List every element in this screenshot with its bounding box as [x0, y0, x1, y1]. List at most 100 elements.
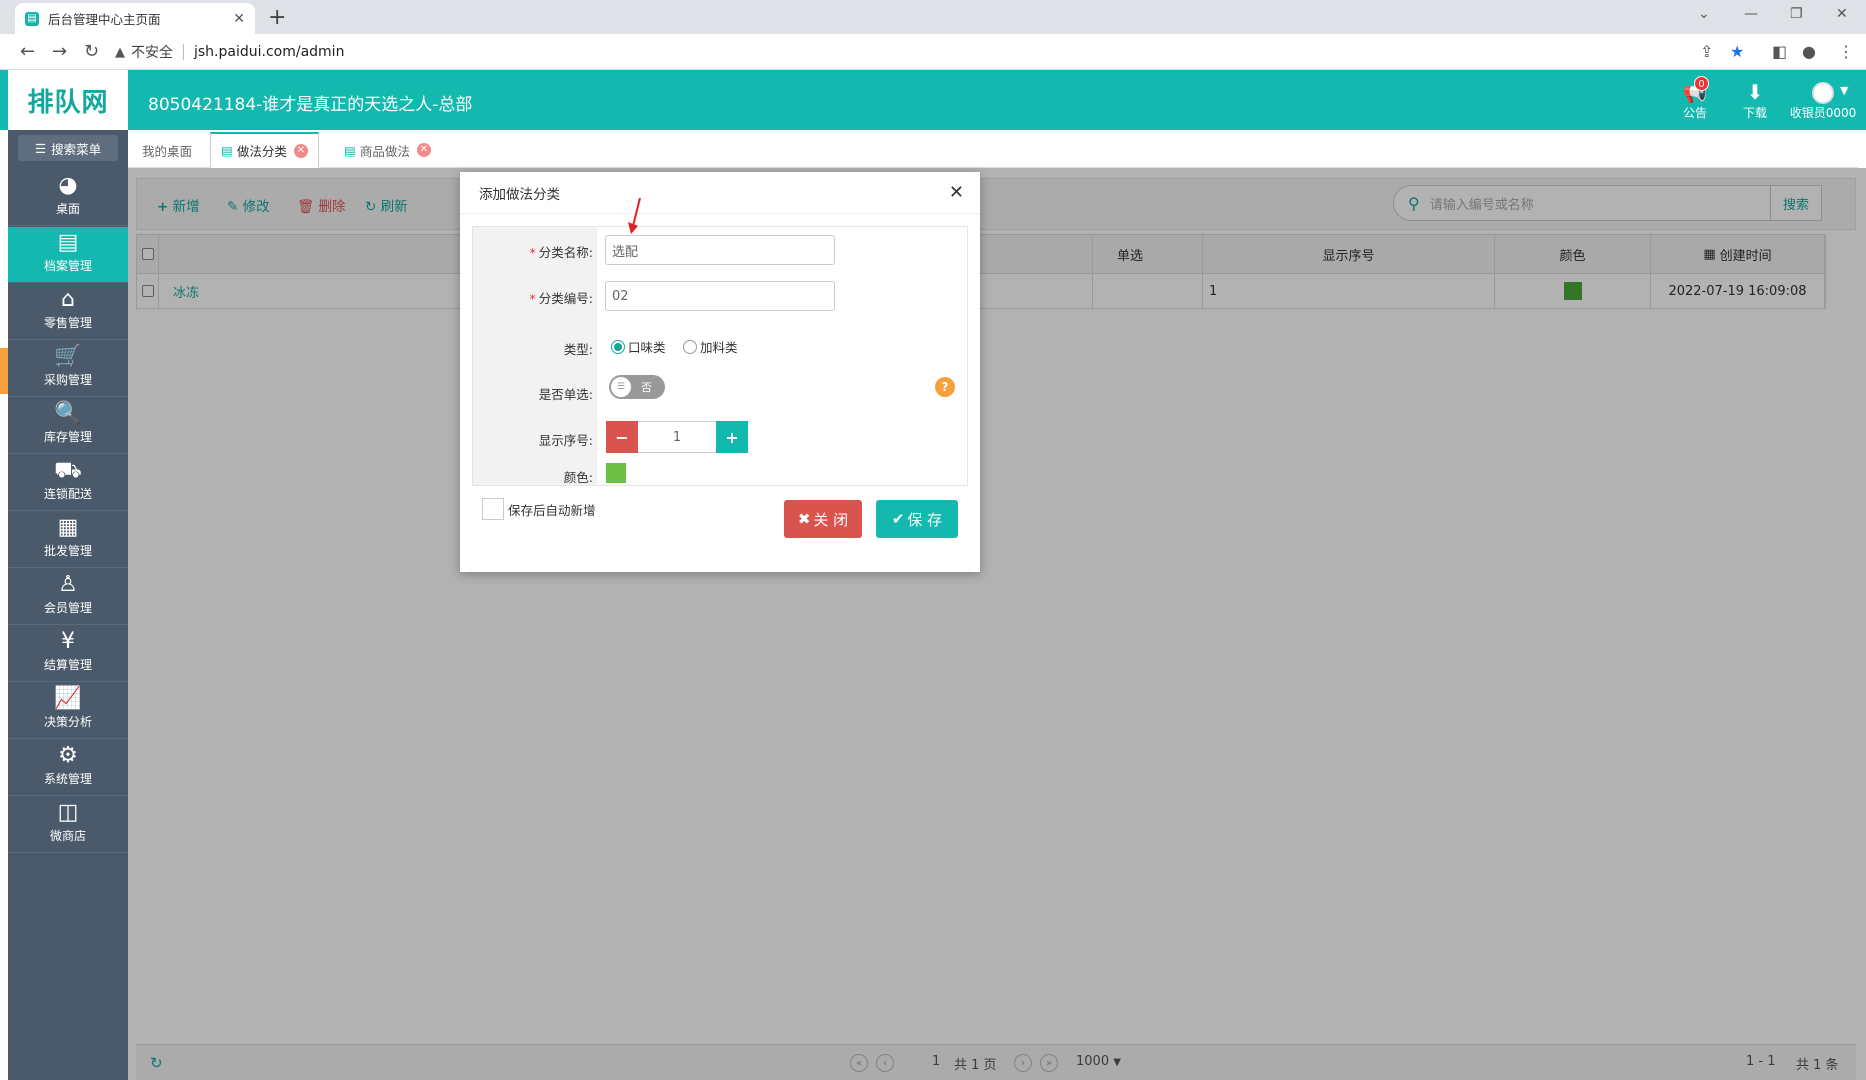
sidebar-item-retail[interactable]: ⌂ 零售管理 [8, 284, 128, 340]
restore-icon[interactable]: ❐ [1790, 6, 1803, 22]
category-name-input[interactable]: 选配 [605, 235, 835, 265]
cart-icon: 🛒 [54, 344, 82, 369]
reload-icon[interactable]: ↻ [84, 41, 99, 62]
sidebar-item-label: 系统管理 [43, 772, 92, 786]
archive-icon: ▤ [57, 230, 79, 255]
logo-text: 排队网 [27, 87, 109, 118]
toggle-knob-icon: ☰ [611, 377, 631, 397]
search-menu-label: 搜索菜单 [51, 141, 102, 157]
sidebar-item-archive[interactable]: ▤ 档案管理 [8, 227, 128, 283]
help-icon[interactable]: ? [935, 377, 955, 397]
order-label: 显示序号: [538, 433, 593, 448]
window-close-icon[interactable]: ✕ [1836, 6, 1848, 22]
add-category-dialog: 添加做法分类 ✕ * 分类名称: 选配 * 分类编号: 02 类型: 口味类 加料类… [460, 172, 980, 572]
order-stepper-input[interactable]: 1 [638, 421, 716, 453]
sidebar-item-member[interactable]: ♙ 会员管理 [8, 569, 128, 625]
required-mark: * [529, 291, 536, 306]
search-menu-icon: ☰ [34, 140, 47, 156]
sidebar-item-microstore[interactable]: ◫ 微商店 [8, 797, 128, 853]
member-icon: ♙ [58, 572, 78, 597]
radio-label: 加料类 [700, 340, 738, 355]
announce-button[interactable]: 📢 0 公告 [1672, 76, 1718, 121]
single-select-toggle[interactable]: ☰ 否 [609, 375, 665, 399]
save-button[interactable]: ✔ 保 存 [876, 500, 958, 538]
sidebar: ☰ 搜索菜单 ◕ 桌面 ▤ 档案管理 ⌂ 零售管理 🛒 采购管理 🔍 库存管理 ⛟ 连锁配送… [8, 130, 128, 1080]
download-label: 下载 [1742, 106, 1767, 120]
required-mark: * [529, 245, 536, 260]
annotation-arrow [628, 197, 641, 234]
wholesale-icon: ▦ [57, 515, 79, 540]
sidebar-item-label: 会员管理 [43, 601, 92, 615]
forward-icon[interactable]: → [52, 41, 67, 62]
user-label: 收银员0000 [1789, 106, 1857, 120]
sidebar-item-label: 连锁配送 [43, 487, 92, 501]
decrement-button[interactable]: − [606, 421, 638, 453]
tab-label: 商品做法 [359, 143, 410, 159]
sidebar-item-delivery[interactable]: ⛟ 连锁配送 [8, 455, 128, 511]
color-picker[interactable] [606, 463, 626, 483]
auto-add-checkbox[interactable]: 保存后自动新增 [482, 498, 596, 520]
radio-dot [611, 339, 625, 354]
dialog-title: 添加做法分类 [460, 172, 980, 214]
close-tab-icon[interactable]: ✕ [416, 143, 431, 157]
type-radio-topping[interactable]: 加料类 [683, 337, 738, 356]
sidebar-item-label: 桌面 [55, 202, 80, 216]
save-button-label: 保 存 [907, 510, 943, 529]
sidebar-item-inventory[interactable]: 🔍 库存管理 [8, 398, 128, 454]
dialog-form: * 分类名称: 选配 * 分类编号: 02 类型: 口味类 加料类 是否单选: ☰ … [472, 226, 968, 486]
sidebar-item-desktop[interactable]: ◕ 桌面 [8, 170, 128, 226]
code-label: * 分类编号: [473, 288, 593, 307]
check-icon: ✔ [891, 510, 905, 528]
tab-product-method[interactable]: ▤ 商品做法 ✕ [334, 132, 441, 168]
share-icon[interactable]: ⇪ [1700, 42, 1713, 61]
announce-label: 公告 [1682, 106, 1707, 120]
x-icon: ✖ [797, 510, 811, 528]
browser-tabbar: ▤ 后台管理中心主页面 ✕ + ⌄ — ❐ ✕ [0, 0, 1866, 34]
omnibox[interactable]: ▲ 不安全 jsh.paidui.com/admin [115, 39, 1775, 65]
tab-search-icon[interactable]: ⌄ [1698, 6, 1710, 22]
sidebar-item-settlement[interactable]: ¥ 结算管理 [8, 626, 128, 682]
close-button-label: 关 闭 [813, 510, 849, 529]
sidebar-item-label: 采购管理 [43, 373, 92, 387]
content-tabs: 我的桌面 ▤ 做法分类 ✕ ▤ 商品做法 ✕ [128, 132, 1858, 168]
tab-my-desktop[interactable]: 我的桌面 [132, 132, 202, 168]
sidebar-edge-marker [0, 348, 8, 394]
search-menu-button[interactable]: ☰ 搜索菜单 [18, 135, 118, 161]
tab-label: 做法分类 [236, 144, 287, 159]
chevron-down-icon[interactable]: ▼ [1840, 84, 1848, 97]
dashboard-icon: ◕ [58, 173, 78, 198]
type-radio-flavor[interactable]: 口味类 [611, 337, 666, 356]
sidepanel-icon[interactable]: ◧ [1772, 42, 1787, 61]
tab-method-category[interactable]: ▤ 做法分类 ✕ [210, 132, 319, 168]
single-label: 是否单选: [538, 387, 593, 402]
address-bar: ← → ↻ ▲ 不安全 jsh.paidui.com/admin ⇪ ★ ◧ ●… [0, 34, 1866, 70]
bookmark-star-icon[interactable]: ★ [1730, 42, 1744, 61]
shop-bag-icon: ◫ [57, 800, 79, 825]
chart-icon: 📈 [54, 686, 82, 711]
new-tab-icon[interactable]: + [268, 5, 286, 30]
close-tab-icon[interactable]: ✕ [293, 143, 308, 158]
page-icon: ▤ [221, 143, 233, 158]
back-icon[interactable]: ← [20, 41, 35, 62]
sidebar-item-system[interactable]: ⚙ 系统管理 [8, 740, 128, 796]
browser-menu-icon[interactable]: ⋮ [1838, 42, 1854, 61]
sidebar-item-purchase[interactable]: 🛒 采购管理 [8, 341, 128, 397]
tab-label: 我的桌面 [142, 143, 193, 159]
sidebar-item-analysis[interactable]: 📈 决策分析 [8, 683, 128, 739]
store-name: 8050421184-谁才是真正的天选之人-总部 [148, 95, 473, 115]
close-button[interactable]: ✖ 关 闭 [784, 500, 862, 538]
category-code-input[interactable]: 02 [605, 281, 835, 311]
close-tab-icon[interactable]: ✕ [233, 11, 245, 27]
sidebar-item-wholesale[interactable]: ▦ 批发管理 [8, 512, 128, 568]
minimize-icon[interactable]: — [1744, 6, 1758, 22]
profile-icon[interactable]: ● [1802, 42, 1816, 61]
increment-button[interactable]: + [716, 421, 748, 453]
url-text: jsh.paidui.com/admin [194, 44, 345, 60]
download-button[interactable]: ⬇ 下载 [1732, 80, 1778, 121]
announce-badge: 0 [1694, 76, 1709, 91]
dialog-close-icon[interactable]: ✕ [949, 182, 964, 203]
app-root: ▤ 后台管理中心主页面 ✕ + ⌄ — ❐ ✕ ← → ↻ ▲ 不安全 jsh.… [0, 0, 1866, 1080]
sidebar-edge [0, 130, 8, 1080]
browser-tab[interactable]: ▤ 后台管理中心主页面 ✕ [15, 3, 255, 34]
checkbox-box [482, 498, 504, 520]
